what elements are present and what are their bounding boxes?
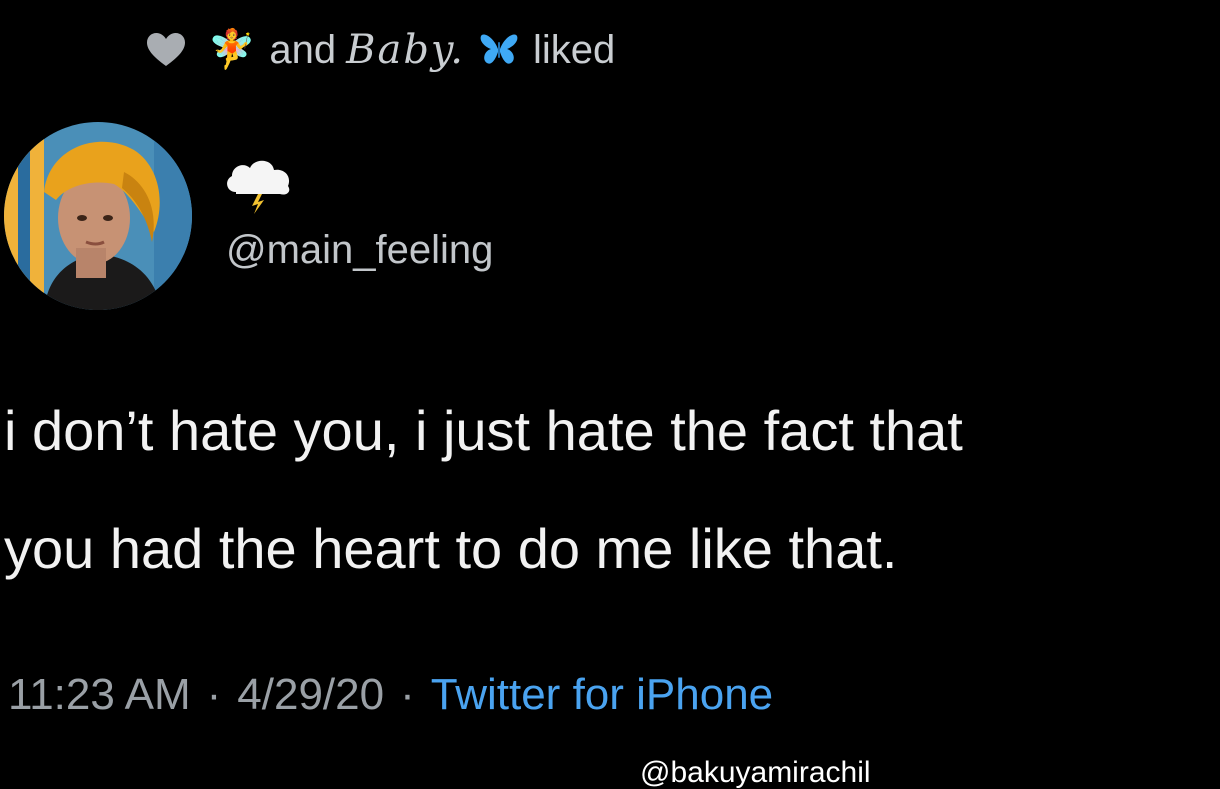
fairy-emoji: 🧚 xyxy=(208,29,256,71)
liked-text: liked xyxy=(532,27,616,72)
and-text: and xyxy=(269,27,337,72)
tweet-line-1: i don’t hate you, i just hate the fact t… xyxy=(4,399,963,462)
author-handle[interactable]: @main_feeling xyxy=(226,228,493,273)
meta-separator: · xyxy=(206,670,222,719)
social-context: 🧚 and Baby. liked xyxy=(146,22,615,78)
tweet-line-2: you had the heart to do me like that. xyxy=(4,517,898,580)
tweet-date[interactable]: 4/29/20 xyxy=(237,670,384,720)
butterfly-icon xyxy=(480,34,518,64)
tweet-source-link[interactable]: Twitter for iPhone xyxy=(431,670,773,720)
tweet-time[interactable]: 11:23 AM xyxy=(8,670,191,720)
profile-photo xyxy=(4,122,192,310)
liker-name[interactable]: Baby. xyxy=(346,27,465,73)
heart-icon xyxy=(147,33,185,66)
tweet-meta: 11:23 AM · 4/29/20 · Twitter for iPhone xyxy=(8,670,773,720)
tweet-text: i don’t hate you, i just hate the fact t… xyxy=(4,372,1220,608)
cloud-lightning-icon xyxy=(227,160,290,214)
avatar[interactable] xyxy=(4,122,192,310)
watermark: @bakuyamirachil xyxy=(640,756,871,789)
meta-separator: · xyxy=(400,670,415,719)
